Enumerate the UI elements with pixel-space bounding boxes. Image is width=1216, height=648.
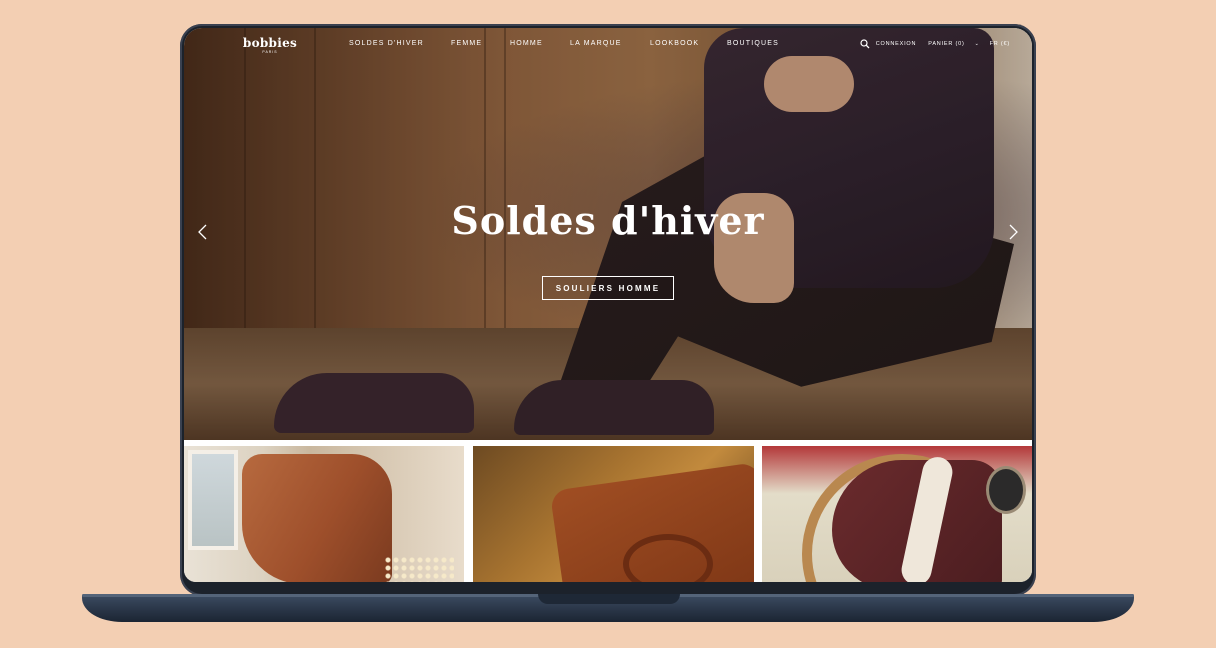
hero-title: Soldes d'hiver (451, 198, 765, 243)
nav-item-boutiques[interactable]: BOUTIQUES (727, 40, 787, 47)
shop-men-shoes-button[interactable]: SOULIERS HOMME (542, 276, 674, 300)
window-image (188, 450, 238, 550)
tile-leather-bags[interactable] (473, 446, 754, 582)
cart-link[interactable]: PANIER (0) (928, 41, 964, 47)
brand-logo-tagline: PARIS (262, 50, 278, 54)
tile-women-boots[interactable] (184, 446, 464, 582)
language-selector[interactable]: FR (€) (990, 41, 1010, 47)
laptop-notch (538, 594, 680, 604)
boot-image (242, 454, 392, 582)
chevron-down-icon[interactable]: ⌄ (975, 41, 980, 47)
tile-men-sneakers[interactable] (762, 446, 1032, 582)
laptop-base (82, 594, 1134, 622)
chevron-right-icon[interactable] (1006, 224, 1020, 240)
flowers-image (384, 556, 454, 582)
brand-logo-name: bobbies (242, 36, 298, 50)
nav-item-la-marque[interactable]: LA MARQUE (570, 40, 650, 47)
nav-item-lookbook[interactable]: LOOKBOOK (650, 40, 727, 47)
chevron-left-icon[interactable] (196, 224, 210, 240)
dashboard-gauge-image (986, 466, 1026, 514)
hero-banner: bobbies PARIS SOLDES D'HIVER FEMME HOMME… (184, 28, 1032, 440)
nav-utilities: CONNEXION PANIER (0) ⌄ FR (€) (860, 39, 1010, 49)
category-tiles (184, 446, 1032, 582)
main-navigation: bobbies PARIS SOLDES D'HIVER FEMME HOMME… (184, 28, 1032, 60)
nav-item-soldes[interactable]: SOLDES D'HIVER (349, 40, 451, 47)
nav-menu: SOLDES D'HIVER FEMME HOMME LA MARQUE LOO… (349, 40, 787, 47)
browser-screen: bobbies PARIS SOLDES D'HIVER FEMME HOMME… (184, 28, 1032, 582)
login-link[interactable]: CONNEXION (876, 41, 917, 47)
search-icon[interactable] (860, 39, 870, 49)
brand-logo[interactable]: bobbies PARIS (240, 36, 300, 54)
nav-item-femme[interactable]: FEMME (451, 40, 510, 47)
nav-item-homme[interactable]: HOMME (510, 40, 570, 47)
